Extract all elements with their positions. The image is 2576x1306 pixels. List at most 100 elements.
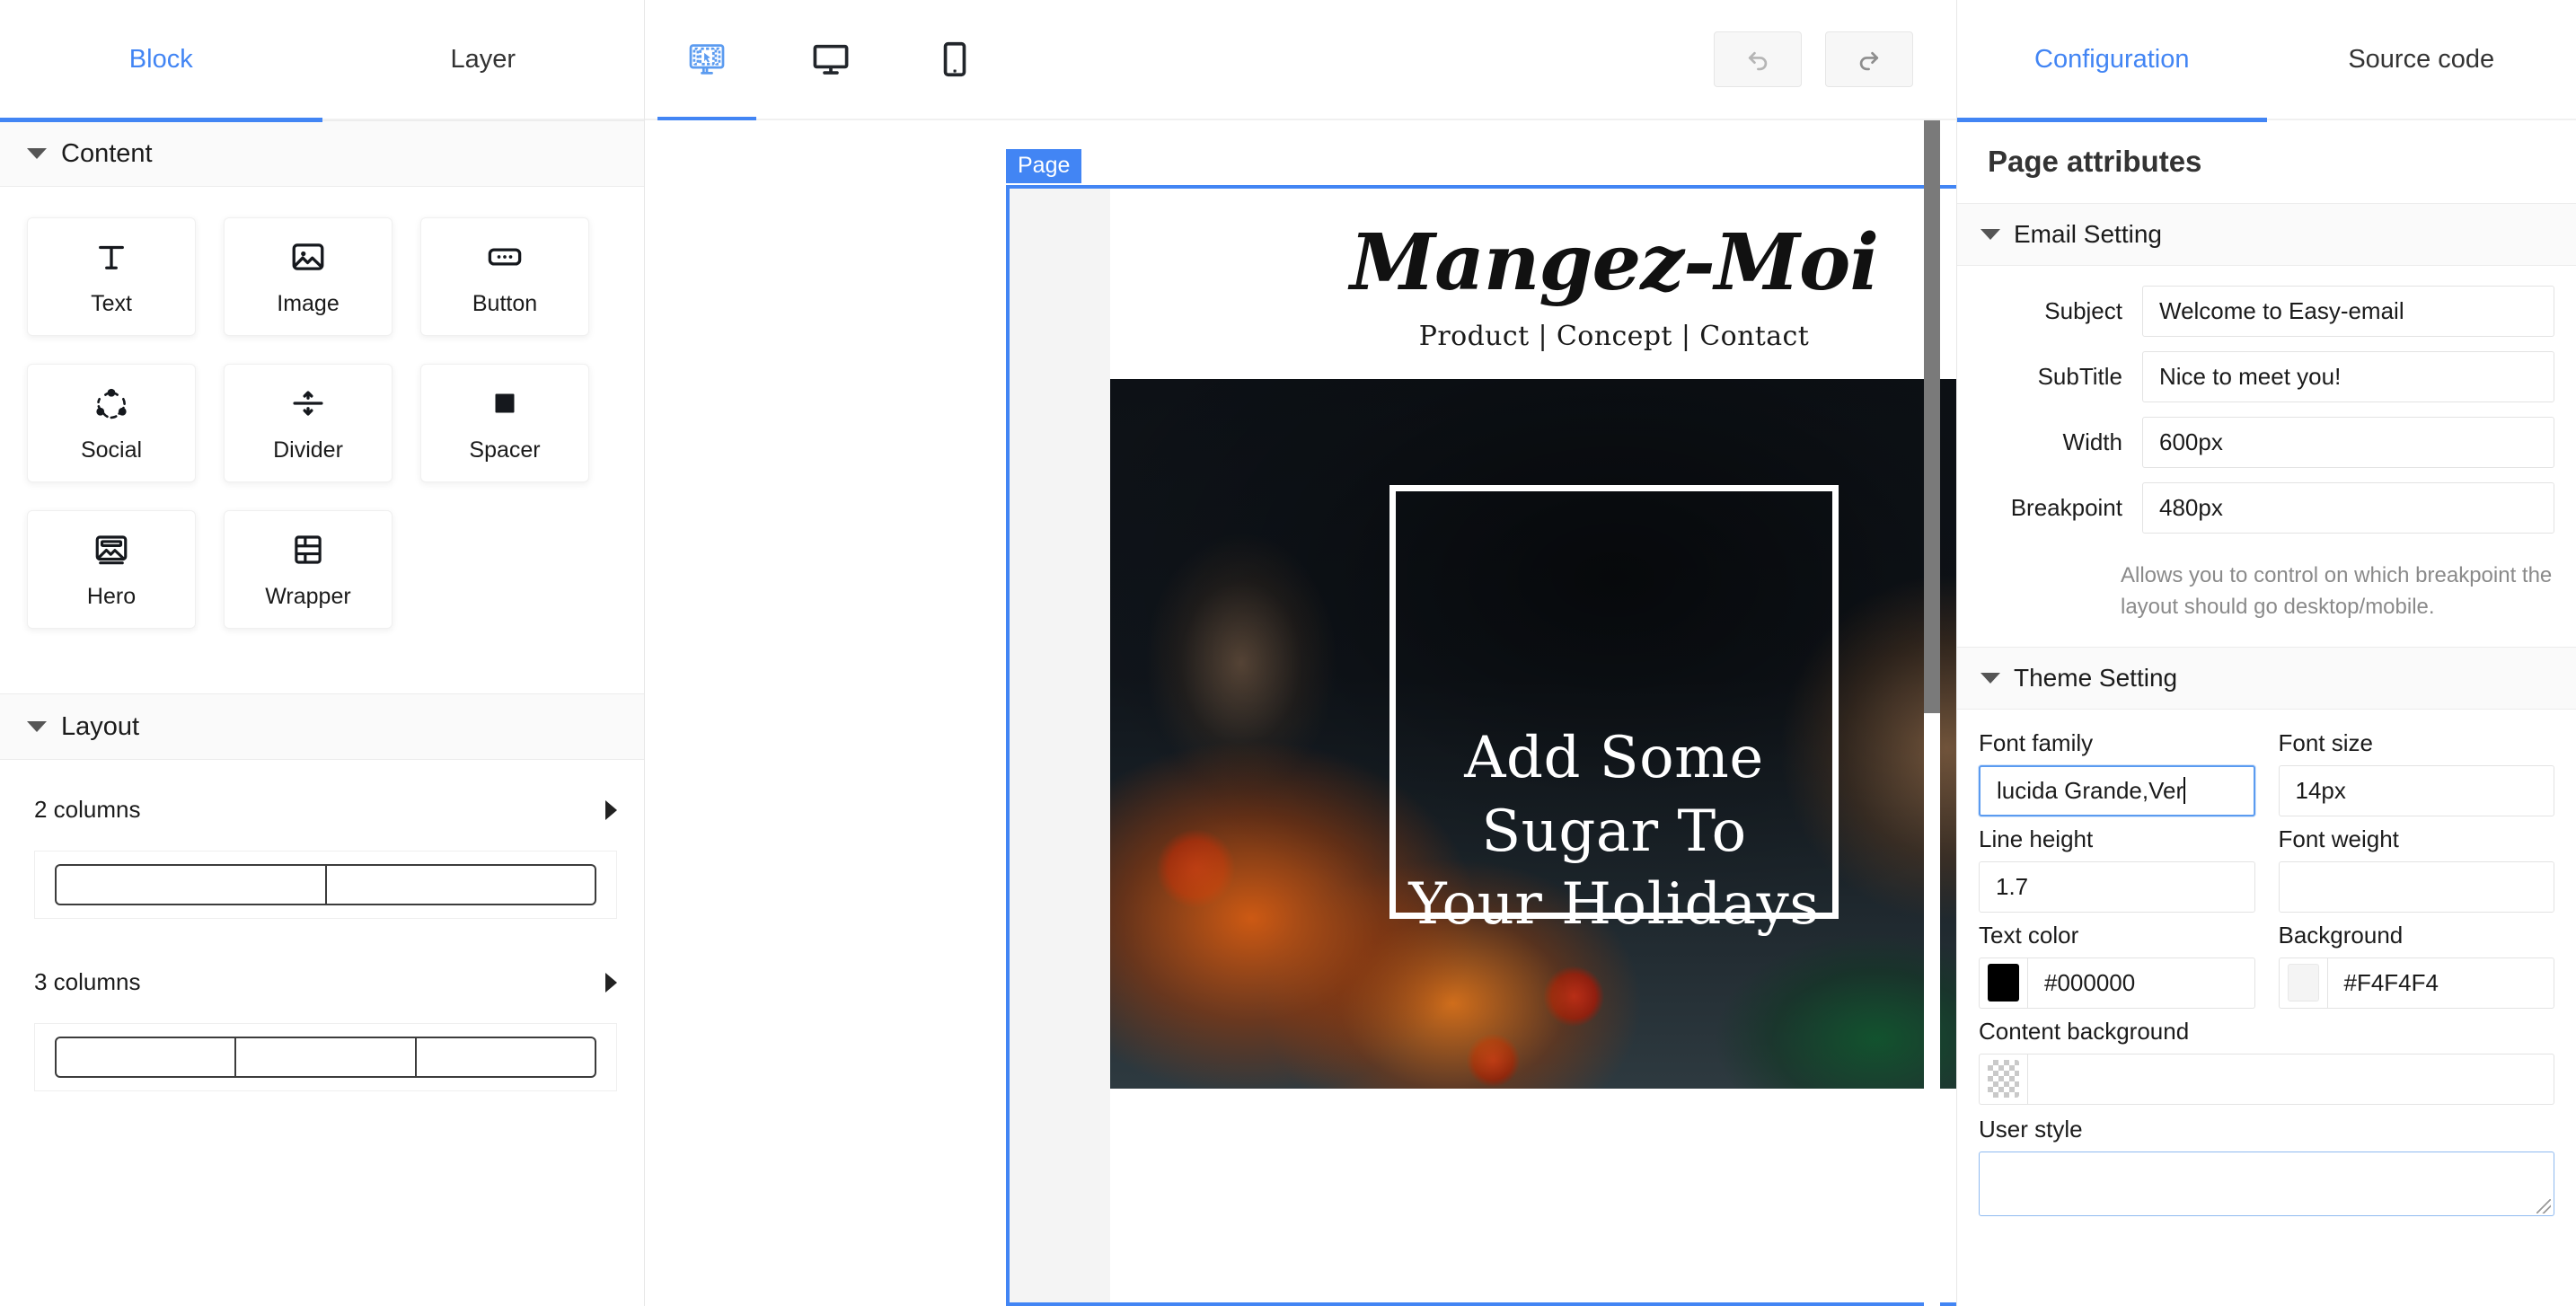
device-preview-tabs: [645, 0, 1017, 121]
layout-cell: [236, 1037, 417, 1078]
block-item-hero-label: Hero: [86, 583, 137, 609]
content-background-input[interactable]: [2028, 1053, 2554, 1105]
layout-preview-3-columns[interactable]: [34, 1023, 617, 1091]
hero-block[interactable]: Add Some Sugar To Your Holidays: [1110, 378, 1956, 1089]
layout-section-header[interactable]: Layout: [0, 693, 644, 760]
undo-button[interactable]: [1714, 31, 1802, 87]
brand-logo: Mangez-Moi: [1349, 217, 1879, 308]
canvas-scrollbar-thumb[interactable]: [1924, 120, 1940, 713]
resize-grip-icon[interactable]: [2536, 1198, 2551, 1213]
tab-layer[interactable]: Layer: [322, 0, 645, 120]
block-palette: Text Image Button Social Divider Spacer …: [0, 187, 644, 629]
text-color-field: #000000: [1979, 957, 2255, 1009]
content-section-header[interactable]: Content: [0, 120, 644, 187]
width-input[interactable]: 600px: [2142, 417, 2554, 468]
hero-headline-line-3: Your Holidays: [1408, 871, 1820, 939]
tab-block[interactable]: Block: [0, 0, 322, 122]
right-tabbar: Configuration Source code: [1957, 0, 2576, 122]
redo-icon: [1854, 44, 1884, 75]
text-caret: [2183, 777, 2186, 805]
text-color-input[interactable]: #000000: [2028, 957, 2255, 1009]
subtitle-input[interactable]: Nice to meet you!: [2142, 351, 2554, 402]
theme-row-font: Font family lucida Grande,Ver Font size …: [1957, 729, 2576, 816]
font-size-input[interactable]: 14px: [2278, 764, 2554, 816]
page-frame[interactable]: Mangez-Moi Product | Concept | Contact A…: [1006, 185, 1956, 1306]
field-breakpoint-label: Breakpoint: [2010, 494, 2122, 521]
field-font-size: Font size 14px: [2278, 728, 2554, 816]
font-weight-input[interactable]: [2278, 860, 2554, 913]
block-item-spacer-label: Spacer: [469, 437, 541, 463]
field-line-height-label: Line height: [1979, 825, 2094, 852]
chevron-down-icon: [1981, 672, 2000, 684]
image-icon: [289, 237, 327, 277]
device-tab-edit[interactable]: [645, 0, 769, 121]
breakpoint-input[interactable]: 480px: [2142, 482, 2554, 534]
tab-source-code[interactable]: Source code: [2267, 0, 2576, 120]
block-item-image[interactable]: Image: [224, 217, 393, 336]
font-family-value: lucida Grande,Ver: [1997, 776, 2184, 804]
redo-button[interactable]: [1825, 31, 1913, 87]
hero-headline[interactable]: Add Some Sugar To Your Holidays: [1291, 722, 1937, 943]
block-item-button[interactable]: Button: [420, 217, 589, 336]
email-setting-header[interactable]: Email Setting: [1957, 203, 2576, 266]
content-background-swatch-button[interactable]: [1979, 1053, 2028, 1105]
canvas-scrollbar[interactable]: [1924, 120, 1940, 1306]
text-icon: [93, 237, 130, 277]
background-color-swatch-button[interactable]: [2278, 957, 2328, 1009]
field-font-family-label: Font family: [1979, 728, 2094, 756]
left-panel-scroll-area[interactable]: Text Image Button Social Divider Spacer …: [0, 187, 644, 1306]
hero-headline-line-1: Add Some: [1464, 724, 1764, 791]
field-content-background: Content background: [1957, 1018, 2576, 1105]
field-text-color-label: Text color: [1979, 921, 2079, 949]
subject-input[interactable]: Welcome to Easy-email: [2142, 286, 2554, 337]
block-item-divider-label: Divider: [273, 437, 343, 463]
email-nav-links[interactable]: Product | Concept | Contact: [1110, 321, 1956, 352]
line-height-input[interactable]: 1.7: [1979, 860, 2255, 913]
block-item-wrapper-label: Wrapper: [265, 583, 351, 609]
layout-preview-2-columns[interactable]: [34, 851, 617, 919]
field-subtitle-label: SubTitle: [2037, 363, 2122, 390]
field-user-style: User style: [1957, 1116, 2576, 1216]
edit-desktop-icon: [687, 40, 727, 79]
email-content[interactable]: Mangez-Moi Product | Concept | Contact A…: [1110, 189, 1956, 1302]
email-header-block[interactable]: Mangez-Moi Product | Concept | Contact: [1110, 189, 1956, 379]
block-item-wrapper[interactable]: Wrapper: [224, 510, 393, 629]
user-style-textarea[interactable]: [1979, 1151, 2554, 1216]
left-tabbar: Block Layer: [0, 0, 645, 122]
block-item-hero[interactable]: Hero: [27, 510, 196, 629]
left-panel: Block Layer Content Text Image Button So…: [0, 0, 645, 1306]
breakpoint-helper-text: Allows you to control on which breakpoin…: [2121, 563, 2553, 619]
tab-configuration[interactable]: Configuration: [1957, 0, 2267, 122]
field-background: Background #F4F4F4: [2278, 922, 2554, 1009]
tab-layer-label: Layer: [450, 45, 516, 74]
background-color-input[interactable]: #F4F4F4: [2327, 957, 2554, 1009]
transparent-swatch: [1988, 1060, 2019, 1099]
undo-icon: [1742, 44, 1773, 75]
field-width: Width 600px: [1957, 417, 2576, 468]
block-item-spacer[interactable]: Spacer: [420, 364, 589, 482]
content-background-field: [1979, 1053, 2554, 1105]
theme-setting-title: Theme Setting: [2014, 663, 2178, 692]
layout-section-title: Layout: [61, 711, 140, 741]
text-color-swatch-button[interactable]: [1979, 957, 2028, 1009]
chevron-right-icon: [605, 799, 617, 820]
block-item-divider[interactable]: Divider: [224, 364, 393, 482]
block-item-text[interactable]: Text: [27, 217, 196, 336]
theme-row-line: Line height 1.7 Font weight: [1957, 825, 2576, 913]
field-subject-label: Subject: [2044, 297, 2122, 324]
block-item-social[interactable]: Social: [27, 364, 196, 482]
field-font-weight-label: Font weight: [2278, 825, 2399, 852]
font-family-input[interactable]: lucida Grande,Ver: [1979, 764, 2255, 816]
field-font-size-label: Font size: [2278, 728, 2374, 756]
device-tab-mobile[interactable]: [893, 0, 1017, 119]
theme-setting-header[interactable]: Theme Setting: [1957, 646, 2576, 710]
layout-group-2-columns[interactable]: 2 columns: [34, 796, 617, 824]
layout-list: 2 columns 3 columns: [0, 760, 644, 1091]
button-icon: [486, 237, 524, 277]
field-text-color: Text color #000000: [1979, 922, 2255, 1009]
layout-group-3-columns[interactable]: 3 columns: [34, 968, 617, 996]
device-tab-desktop[interactable]: [769, 0, 893, 119]
color-swatch: [2287, 964, 2319, 1002]
wrapper-icon: [289, 530, 327, 569]
editor-canvas[interactable]: Page Mangez-Moi Product | Concept | Cont…: [645, 120, 1956, 1306]
